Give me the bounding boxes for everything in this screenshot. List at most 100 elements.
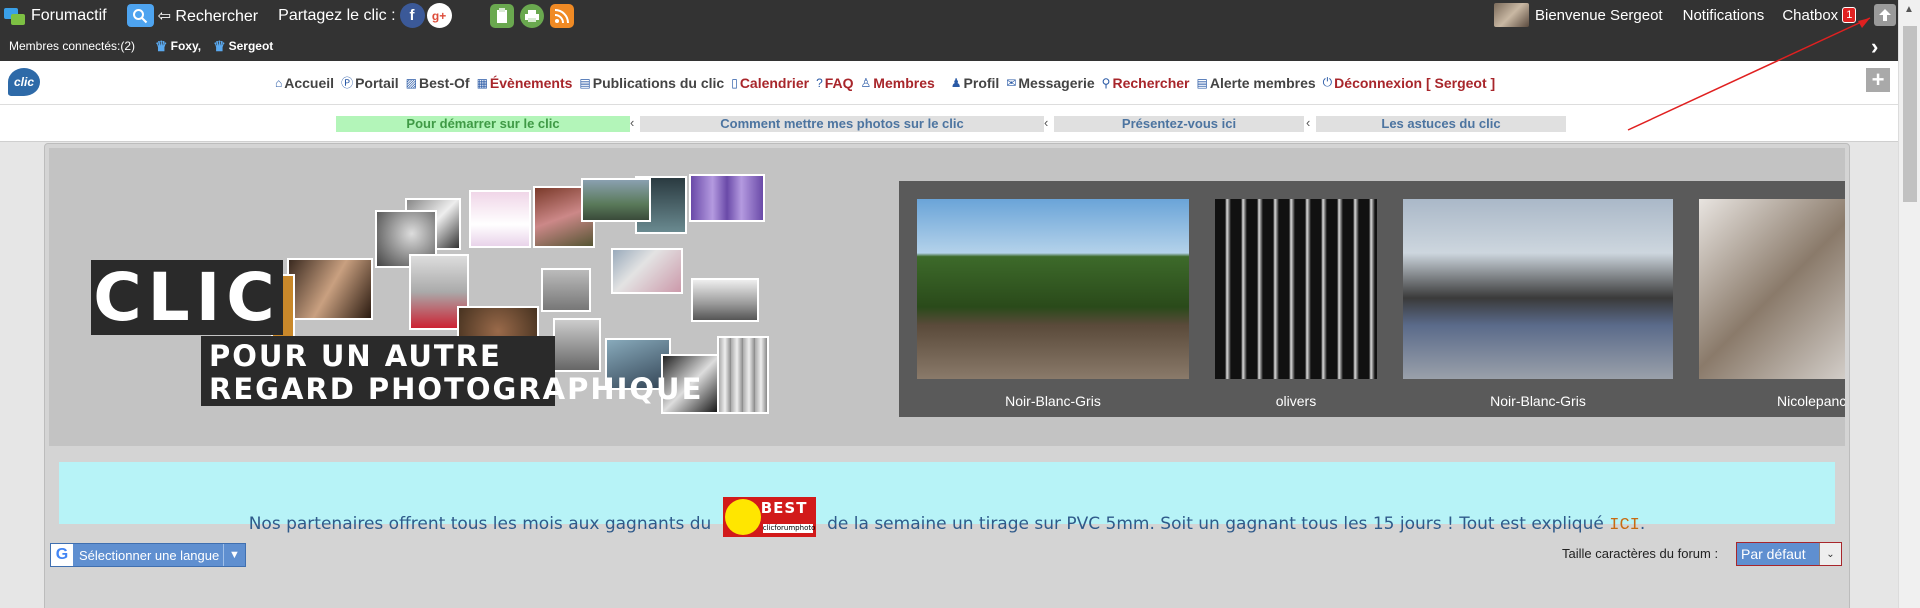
crown-icon: ♛ — [213, 37, 226, 54]
search-icon[interactable] — [126, 4, 154, 27]
member-link[interactable]: ♛ Foxy, — [155, 38, 201, 55]
tab-astuces[interactable]: Les astuces du clic — [1316, 116, 1566, 132]
tab-demarrer[interactable]: Pour démarrer sur le clic — [336, 116, 630, 132]
facebook-icon[interactable]: f — [399, 3, 425, 28]
scroll-up-icon[interactable]: ▲ — [1904, 4, 1914, 15]
nav-item-profil[interactable]: ♟ Profil — [951, 75, 1000, 91]
gallery-caption: Noir-Blanc-Gris — [1005, 393, 1101, 409]
top-toolbar: Forumactif ⇦ Rechercher Partagez le clic… — [0, 0, 1898, 31]
best-logo-subtitle: clicforumphoto — [762, 524, 816, 533]
home-icon: ⌂ — [275, 75, 283, 90]
collage-photo — [611, 248, 683, 294]
partner-text: Nos partenaires offrent tous les mois au… — [59, 462, 1835, 537]
gallery-caption: Noir-Blanc-Gris — [1490, 393, 1586, 409]
print-icon[interactable] — [519, 3, 544, 28]
chatbox-count-badge: 1 — [1842, 7, 1857, 23]
nav-item-deconnexion[interactable]: ⏻ Déconnexion [ Sergeot ] — [1323, 75, 1496, 91]
smiley-icon — [724, 499, 761, 535]
help-icon: ? — [816, 75, 823, 90]
collage-photo — [717, 336, 769, 414]
nav-item-accueil[interactable]: ⌂ Accueil — [275, 75, 334, 91]
tagline-line-1: POUR UN AUTRE — [209, 339, 502, 373]
dropdown-arrow-icon: ▼ — [223, 544, 245, 566]
welcome-link[interactable]: Bienvenue Sergeot — [1535, 7, 1663, 24]
google-translate-icon: G — [51, 544, 73, 566]
nav-item-evenements[interactable]: ▦ Évènements — [477, 75, 573, 91]
nav-item-alerte-membres[interactable]: ▤ Alerte membres — [1197, 75, 1316, 91]
collage-photo — [287, 258, 373, 320]
collage-photo — [469, 190, 531, 248]
gallery-photo-arches — [1215, 199, 1377, 379]
nav-item-portail[interactable]: Ⓟ Portail — [341, 74, 399, 91]
search-icon: ⚲ — [1101, 75, 1111, 90]
document-icon: ▤ — [579, 75, 591, 90]
nav-links: ⌂ Accueil Ⓟ Portail ▨ Best-Of ▦ Évènements ▤… — [275, 61, 1502, 104]
font-size-value: Par défaut — [1741, 546, 1806, 562]
search-link[interactable]: ⇦ Rechercher — [158, 6, 259, 26]
gallery-slide[interactable]: olivers — [1215, 199, 1377, 409]
separator-chevron-icon: ‹ — [630, 115, 635, 130]
gallery-slider: Noir-Blanc-Gris olivers Noir-Blanc-Gris … — [899, 181, 1845, 417]
tab-presentez-vous[interactable]: Présentez-vous ici — [1054, 116, 1304, 132]
power-icon: ⏻ — [1322, 75, 1333, 89]
quick-links-bar: Pour démarrer sur le clic ‹ Comment mett… — [0, 104, 1898, 142]
collage-photo — [553, 318, 601, 372]
gallery-slide[interactable]: Noir-Blanc-Gris — [917, 199, 1189, 409]
nav-item-faq[interactable]: ? FAQ — [816, 75, 853, 91]
calendar-icon: ▯ — [731, 75, 738, 90]
clic-logo[interactable]: clic — [8, 68, 40, 96]
language-label: Sélectionner une langue — [79, 547, 220, 563]
scrollbar-thumb[interactable] — [1903, 26, 1917, 202]
best-logo-text: BEST — [760, 499, 808, 517]
separator-chevron-icon: ‹ — [1044, 115, 1049, 130]
gallery-slide[interactable]: Noir-Blanc-Gris — [1403, 199, 1673, 409]
partner-notice: Nos partenaires offrent tous les mois au… — [59, 462, 1835, 537]
crown-icon: ♛ — [155, 37, 168, 54]
separator-chevron-icon: ‹ — [1306, 115, 1311, 130]
partner-text-after: de la semaine un tirage sur PVC 5mm. Soi… — [827, 514, 1604, 534]
ici-link[interactable]: ICI — [1609, 516, 1640, 535]
user-avatar[interactable] — [1494, 3, 1529, 27]
collage-photo — [691, 278, 759, 322]
gallery-photo-locomotive — [917, 199, 1189, 379]
gallery-photo-branches — [1699, 199, 1845, 379]
gallery-photo-motorbike — [1403, 199, 1673, 379]
nav-item-best-of[interactable]: ▨ Best-Of — [406, 75, 470, 91]
best-logo[interactable]: BEST clicforumphoto — [722, 497, 816, 537]
language-selector[interactable]: G Sélectionner une langue ▼ — [50, 543, 246, 567]
chevron-right-icon[interactable]: › — [1871, 34, 1878, 60]
gallery-slide[interactable]: Nicolepanc — [1699, 199, 1845, 409]
forumactif-logo-icon — [4, 6, 26, 26]
gallery-caption: olivers — [1275, 393, 1317, 409]
scroll-top-button[interactable] — [1874, 4, 1897, 26]
nav-item-calendrier[interactable]: ▯ Calendrier — [731, 75, 809, 91]
collage-photo — [581, 178, 651, 222]
connected-members-bar: Membres connectés:(2) ♛ Foxy, ♛ Sergeot › — [0, 31, 1898, 61]
main-content: CLIC POUR UN AUTRE REGARD PHOTOGRAPHIQUE… — [44, 143, 1850, 608]
brand-label: Forumactif — [31, 6, 107, 24]
nav-item-messagerie[interactable]: ✉ Messagerie — [1006, 75, 1094, 91]
google-icon[interactable]: g+ — [426, 3, 452, 28]
calendar-grid-icon: ▦ — [476, 75, 488, 90]
nav-item-membres[interactable]: ♙ Membres — [861, 75, 935, 91]
collage-photo — [689, 174, 765, 222]
plus-icon[interactable]: + — [1866, 67, 1890, 92]
banner-tagline: POUR UN AUTRE REGARD PHOTOGRAPHIQUE — [201, 336, 701, 406]
members-icon: ♙ — [860, 75, 872, 90]
rss-icon[interactable] — [549, 3, 574, 28]
chatbox-link[interactable]: Chatbox — [1782, 7, 1838, 24]
tab-mettre-photos[interactable]: Comment mettre mes photos sur le clic — [640, 116, 1044, 132]
portal-icon: Ⓟ — [341, 76, 354, 90]
clipboard-icon[interactable] — [489, 3, 514, 28]
vertical-scrollbar[interactable]: ▲ — [1898, 0, 1920, 608]
font-size-select[interactable]: Par défaut ⌄ — [1736, 542, 1842, 566]
arrow-up-icon — [1879, 9, 1892, 21]
nav-item-rechercher[interactable]: ⚲ Rechercher — [1102, 75, 1190, 91]
font-size-label: Taille caractères du forum : — [1562, 546, 1719, 561]
nav-item-publications[interactable]: ▤ Publications du clic — [579, 75, 724, 91]
notifications-link[interactable]: Notifications — [1683, 7, 1765, 24]
brand-link[interactable]: Forumactif — [0, 6, 107, 26]
member-link[interactable]: ♛ Sergeot — [213, 38, 273, 55]
chevron-down-icon: ⌄ — [1819, 543, 1841, 565]
partner-period: . — [1639, 514, 1646, 534]
